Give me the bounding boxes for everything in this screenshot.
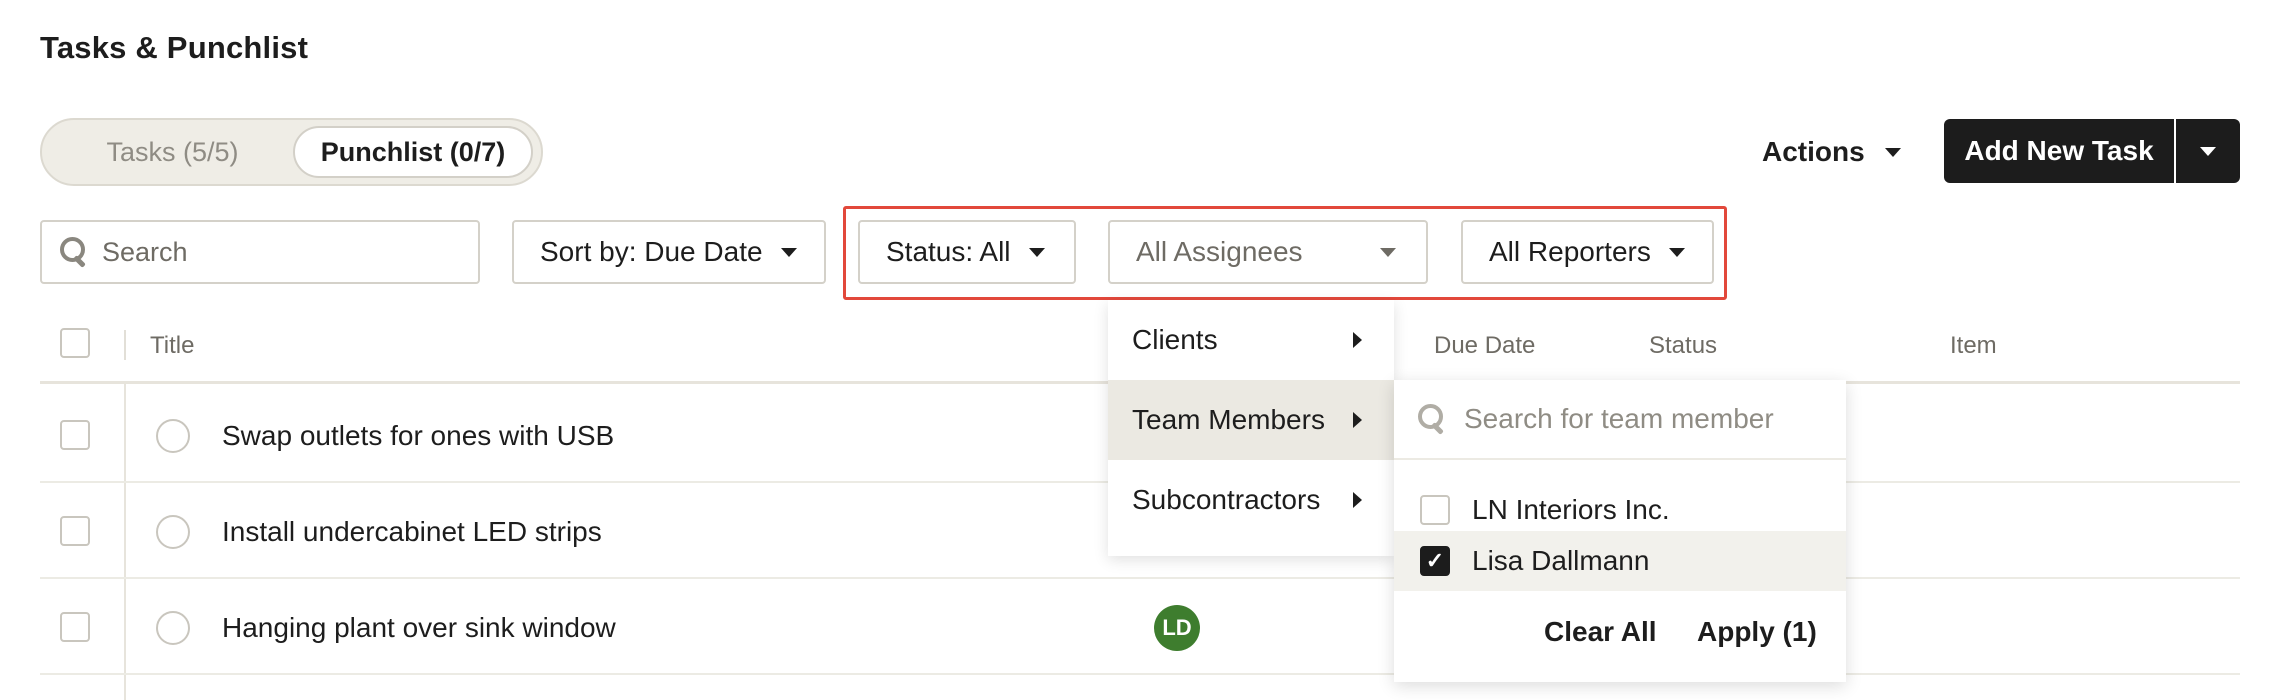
task-complete-toggle[interactable]	[156, 515, 190, 549]
filters-highlight-box	[843, 206, 1727, 300]
option-checkbox-checked[interactable]: ✓	[1420, 546, 1450, 576]
task-title[interactable]: Hanging plant over sink window	[222, 612, 616, 644]
task-complete-toggle[interactable]	[156, 611, 190, 645]
search-icon	[60, 237, 88, 267]
search-input[interactable]: Search	[40, 220, 480, 284]
search-icon	[1418, 404, 1446, 434]
clear-all-button[interactable]: Clear All	[1544, 616, 1657, 648]
team-member-search-placeholder: Search for team member	[1464, 403, 1774, 434]
actions-dropdown[interactable]: Actions	[1762, 130, 1901, 174]
option-label: Lisa Dallmann	[1472, 545, 1650, 576]
assignee-avatar[interactable]: LD	[1154, 605, 1200, 651]
submenu-footer: Clear All Apply (1)	[1394, 592, 1846, 672]
row-checkbox[interactable]	[60, 612, 90, 642]
team-member-option[interactable]: ✓ Lisa Dallmann	[1394, 531, 1846, 591]
actions-label: Actions	[1762, 136, 1865, 167]
caret-down-icon	[780, 247, 797, 257]
view-toggle: Tasks (5/5) Punchlist (0/7)	[40, 118, 543, 186]
apply-button[interactable]: Apply (1)	[1697, 616, 1817, 648]
row-checkbox[interactable]	[60, 516, 90, 546]
menu-item-clients[interactable]: Clients	[1108, 300, 1394, 380]
team-member-search-input[interactable]: Search for team member	[1394, 380, 1846, 460]
caret-right-icon	[1353, 332, 1362, 348]
menu-item-label: Subcontractors	[1132, 484, 1321, 515]
menu-item-team-members[interactable]: Team Members	[1108, 380, 1394, 460]
page-title: Tasks & Punchlist	[40, 30, 309, 65]
table-row[interactable]: Hanging plant over sink window LD	[40, 579, 2240, 675]
row-checkbox[interactable]	[60, 420, 90, 450]
team-member-submenu: Search for team member LN Interiors Inc.…	[1394, 380, 1846, 682]
menu-item-label: Clients	[1132, 324, 1218, 355]
caret-right-icon	[1353, 492, 1362, 508]
select-all-checkbox[interactable]	[60, 328, 90, 358]
option-label: LN Interiors Inc.	[1472, 494, 1670, 525]
task-title[interactable]: Install undercabinet LED strips	[222, 516, 602, 548]
caret-right-icon	[1353, 412, 1362, 428]
task-complete-toggle[interactable]	[156, 419, 190, 453]
sort-dropdown[interactable]: Sort by: Due Date	[512, 220, 826, 284]
add-new-task-button[interactable]: Add New Task	[1944, 119, 2174, 183]
tab-tasks[interactable]: Tasks (5/5)	[50, 126, 295, 178]
task-title[interactable]: Swap outlets for ones with USB	[222, 420, 614, 452]
add-task-options-button[interactable]	[2176, 119, 2240, 183]
menu-item-subcontractors[interactable]: Subcontractors	[1108, 460, 1394, 540]
menu-item-label: Team Members	[1132, 404, 1325, 435]
sort-label: Sort by: Due Date	[540, 236, 763, 267]
caret-down-icon	[2200, 146, 2216, 156]
header-divider	[124, 330, 126, 360]
caret-down-icon	[1884, 147, 1901, 157]
column-header-item[interactable]: Item	[1950, 332, 1997, 360]
option-checkbox[interactable]	[1420, 495, 1450, 525]
column-header-title[interactable]: Title	[150, 332, 194, 360]
search-placeholder: Search	[102, 236, 188, 267]
assignee-category-menu: Clients Team Members Subcontractors	[1108, 300, 1394, 556]
column-header-due-date[interactable]: Due Date	[1434, 332, 1535, 360]
column-header-status[interactable]: Status	[1649, 332, 1717, 360]
tab-punchlist[interactable]: Punchlist (0/7)	[293, 126, 533, 178]
